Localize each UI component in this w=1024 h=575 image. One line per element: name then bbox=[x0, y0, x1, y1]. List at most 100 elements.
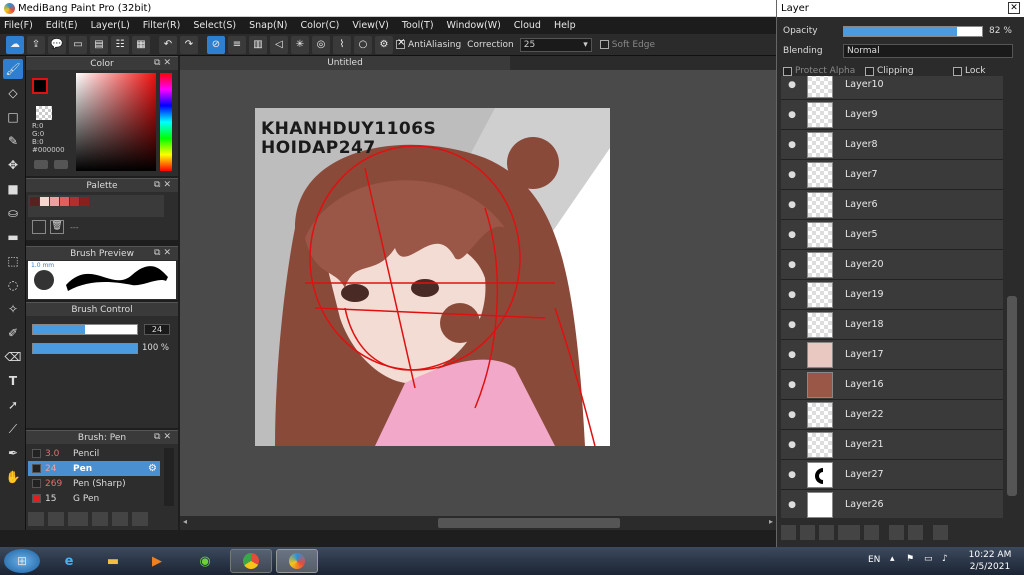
clock[interactable]: 10:22 AM 2/5/2021 bbox=[962, 549, 1018, 573]
new-brush-icon[interactable] bbox=[48, 512, 64, 526]
layer-row[interactable]: ● Layer6 bbox=[781, 190, 1003, 220]
eye-icon[interactable]: ● bbox=[781, 320, 803, 330]
brush-size-slider[interactable] bbox=[32, 324, 138, 335]
divide-tool-icon[interactable]: ⟋ bbox=[3, 419, 23, 439]
menu-window[interactable]: Window(W) bbox=[447, 20, 501, 31]
menu-help[interactable]: Help bbox=[554, 20, 576, 31]
layer-row[interactable]: ● Layer7 bbox=[781, 160, 1003, 190]
snap-off-icon[interactable]: ⊘ bbox=[207, 35, 225, 54]
palette-swatch[interactable] bbox=[30, 197, 39, 206]
folder-icon[interactable] bbox=[112, 512, 128, 526]
palette-swatch[interactable] bbox=[60, 197, 69, 206]
scroll-left-icon[interactable]: ◂ bbox=[183, 517, 187, 526]
share-icon[interactable]: ⇪ bbox=[27, 35, 45, 54]
gradient-tool-icon[interactable]: ▬ bbox=[3, 227, 23, 247]
taskbar-chrome[interactable] bbox=[230, 549, 272, 573]
antialiasing-toggle[interactable]: AntiAliasing bbox=[396, 37, 461, 50]
eye-icon[interactable]: ● bbox=[781, 470, 803, 480]
hand-tool-icon[interactable]: ✋ bbox=[3, 467, 23, 487]
comment-icon[interactable]: 💬 bbox=[48, 35, 66, 54]
eye-icon[interactable]: ● bbox=[781, 380, 803, 390]
move-tool-icon[interactable]: ✥ bbox=[3, 155, 23, 175]
operation-tool-icon[interactable]: ➚ bbox=[3, 395, 23, 415]
radial-snap-icon[interactable]: ✳ bbox=[291, 35, 309, 54]
magic-wand-tool-icon[interactable]: ✧ bbox=[3, 299, 23, 319]
volume-icon[interactable]: ♪ bbox=[942, 554, 948, 564]
taskbar-medibang[interactable] bbox=[276, 549, 318, 573]
panel-pin-close-icon[interactable]: ⧉✕ bbox=[154, 58, 174, 68]
network-icon[interactable]: ▭ bbox=[924, 554, 933, 564]
trash-icon[interactable]: 🗑 bbox=[50, 220, 64, 234]
canvas-area[interactable]: KHANHDUY1106S HOIDAP247 bbox=[180, 70, 776, 516]
palette-swatch[interactable] bbox=[50, 197, 59, 206]
blending-mode-select[interactable]: Normal bbox=[843, 44, 1013, 58]
layer-list-scrollbar[interactable] bbox=[1007, 296, 1017, 496]
layer-row[interactable]: ● Layer5 bbox=[781, 220, 1003, 250]
fill-rect-tool-icon[interactable]: ■ bbox=[3, 179, 23, 199]
layer-opacity-slider[interactable] bbox=[843, 25, 983, 37]
brush-item-pen-sharp[interactable]: 269 Pen (Sharp) bbox=[28, 476, 160, 491]
circle-snap-icon[interactable]: ◎ bbox=[312, 35, 330, 54]
brush-list-scrollbar[interactable] bbox=[164, 448, 174, 506]
eye-icon[interactable]: ● bbox=[781, 410, 803, 420]
select-rect-tool-icon[interactable]: ⬚ bbox=[3, 251, 23, 271]
transparent-color-swatch[interactable] bbox=[36, 106, 52, 120]
brush-item-pen[interactable]: 24 Pen ⚙ bbox=[28, 461, 160, 476]
brush-tool-icon[interactable]: 🖌 bbox=[3, 59, 23, 79]
parallel-snap-icon[interactable]: ≡ bbox=[228, 35, 246, 54]
new-8bit-layer-icon[interactable] bbox=[819, 524, 834, 540]
tray-flag-icon[interactable]: ⚑ bbox=[906, 554, 914, 564]
eye-icon[interactable]: ● bbox=[781, 350, 803, 360]
palette-swatch[interactable] bbox=[70, 197, 79, 206]
pen-tool-icon[interactable]: ✎ bbox=[3, 131, 23, 151]
copy-brush-icon[interactable] bbox=[92, 512, 108, 526]
cloud-icon[interactable]: ☁ bbox=[6, 35, 24, 54]
eyedropper-tool-icon[interactable]: ✒ bbox=[3, 443, 23, 463]
menu-filter[interactable]: Filter(R) bbox=[143, 20, 181, 31]
saturation-value-picker[interactable] bbox=[76, 73, 156, 171]
document-tab[interactable]: Untitled bbox=[180, 56, 510, 70]
layer-row[interactable]: ● Layer21 bbox=[781, 430, 1003, 460]
foreground-color-swatch[interactable] bbox=[32, 78, 48, 94]
layer-row[interactable]: ● Layer20 bbox=[781, 250, 1003, 280]
gear-icon[interactable]: ⚙ bbox=[148, 463, 157, 474]
select-pen-tool-icon[interactable]: ✐ bbox=[3, 323, 23, 343]
list-icon[interactable]: ☷ bbox=[111, 35, 129, 54]
taskbar-file-explorer[interactable]: ▬ bbox=[92, 549, 134, 573]
layer-row[interactable]: ● Layer19 bbox=[781, 280, 1003, 310]
brush-opacity-slider[interactable] bbox=[32, 343, 138, 354]
bucket-tool-icon[interactable]: ⛀ bbox=[3, 203, 23, 223]
taskbar-app-green[interactable]: ◉ bbox=[184, 549, 226, 573]
color-add-icon[interactable] bbox=[34, 160, 48, 169]
document-icon[interactable]: ▤ bbox=[90, 35, 108, 54]
menu-edit[interactable]: Edit(E) bbox=[46, 20, 78, 31]
eye-icon[interactable]: ● bbox=[781, 260, 803, 270]
id-card-icon[interactable]: ▭ bbox=[69, 35, 87, 54]
select-eraser-tool-icon[interactable]: ⌫ bbox=[3, 347, 23, 367]
eye-icon[interactable]: ● bbox=[781, 80, 803, 90]
dot-tool-icon[interactable]: □ bbox=[3, 107, 23, 127]
snap-settings-icon[interactable]: ⚙ bbox=[375, 35, 393, 54]
eye-icon[interactable]: ● bbox=[781, 170, 803, 180]
new-palette-icon[interactable] bbox=[32, 220, 46, 234]
palette-swatch[interactable] bbox=[80, 197, 89, 206]
duplicate-layer-icon[interactable] bbox=[889, 524, 904, 540]
color-swap-icon[interactable] bbox=[54, 160, 68, 169]
eye-icon[interactable]: ● bbox=[781, 140, 803, 150]
close-icon[interactable]: ✕ bbox=[1008, 2, 1020, 14]
tray-overflow-icon[interactable]: ▴ bbox=[890, 554, 895, 564]
redo-icon[interactable]: ↷ bbox=[180, 35, 198, 54]
menu-color[interactable]: Color(C) bbox=[301, 20, 340, 31]
panel-pin-close-icon[interactable]: ⧉✕ bbox=[154, 180, 174, 190]
new-layer-icon[interactable] bbox=[781, 524, 796, 540]
palette-swatch[interactable] bbox=[40, 197, 49, 206]
vanishing-point-icon[interactable]: ◁ bbox=[270, 35, 288, 54]
eye-icon[interactable]: ● bbox=[781, 230, 803, 240]
canvas-horizontal-scrollbar[interactable]: ◂ ▸ bbox=[180, 516, 776, 530]
eye-icon[interactable]: ● bbox=[781, 440, 803, 450]
upload-icon[interactable] bbox=[28, 512, 44, 526]
grid-icon[interactable]: ▦ bbox=[132, 35, 150, 54]
soft-edge-toggle[interactable]: Soft Edge bbox=[599, 40, 655, 50]
correction-select[interactable]: 25 ▾ bbox=[519, 37, 592, 52]
layer-row[interactable]: ● Layer17 bbox=[781, 340, 1003, 370]
